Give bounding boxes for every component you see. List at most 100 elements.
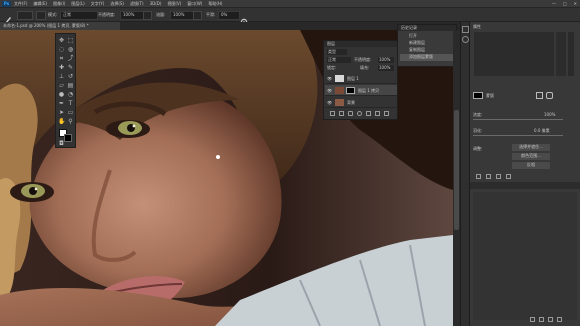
dodge-tool-icon[interactable]: ◔	[67, 91, 74, 98]
minimize-button[interactable]: —	[552, 1, 556, 6]
flow-field[interactable]: 100%	[170, 11, 194, 20]
eraser-tool-icon[interactable]: ▱	[58, 82, 65, 89]
fill-label: 填充:	[360, 65, 370, 70]
stroke-path-icon[interactable]	[539, 317, 544, 322]
menu-view[interactable]: 视图(V)	[167, 1, 181, 6]
new-layer-icon[interactable]	[375, 111, 380, 116]
invert-button[interactable]: 反相	[512, 162, 550, 169]
menu-type[interactable]: 文字(Y)	[91, 1, 105, 6]
new-group-icon[interactable]	[366, 111, 371, 116]
scrollbar-thumb[interactable]	[454, 110, 459, 230]
document-tab[interactable]: 未命名-1.psd @ 200% (图层 1 拷贝, 蒙版/8) *	[0, 22, 120, 30]
menu-help[interactable]: 帮助(H)	[208, 1, 222, 6]
type-tool-icon[interactable]: T	[67, 100, 74, 107]
brush-tool-icon[interactable]	[3, 10, 13, 24]
feather-label: 羽化:	[473, 128, 483, 133]
history-brush-tool-icon[interactable]: ↺	[67, 73, 74, 80]
hand-tool-icon[interactable]: ✋	[58, 118, 65, 125]
delete-mask-icon[interactable]	[506, 174, 511, 179]
trash-icon[interactable]	[384, 111, 389, 116]
density-value[interactable]: 100%	[544, 112, 555, 117]
select-and-mask-button[interactable]: 选择并遮住...	[512, 144, 550, 151]
crop-tool-icon[interactable]: ⌗	[58, 55, 65, 62]
history-item[interactable]: 复制图层	[400, 47, 455, 54]
brush-preset-picker[interactable]	[17, 11, 33, 20]
layer-name: 背景	[347, 100, 355, 105]
canvas-scrollbar[interactable]	[453, 30, 460, 326]
layer-row-selected[interactable]: 👁 图层 1 拷贝	[325, 85, 397, 96]
layers-panel-tab[interactable]: 图层	[324, 41, 397, 47]
fill-path-icon[interactable]	[530, 317, 535, 322]
feather-slider[interactable]	[473, 135, 563, 136]
menu-edit[interactable]: 编辑(E)	[33, 1, 47, 6]
density-slider[interactable]	[473, 119, 563, 120]
opacity-field[interactable]: 100%	[120, 11, 144, 20]
menu-select[interactable]: 选择(S)	[110, 1, 124, 6]
gear-icon[interactable]	[240, 11, 248, 26]
color-range-button[interactable]: 颜色范围...	[512, 153, 550, 160]
menu-file[interactable]: 文件(F)	[14, 1, 27, 6]
fx-icon[interactable]	[339, 111, 344, 116]
blur-tool-icon[interactable]: ●	[58, 91, 65, 98]
vector-mask-icon[interactable]	[546, 92, 553, 99]
fill-field[interactable]: 100%	[378, 65, 394, 71]
brush-tool-icon[interactable]: ✎	[67, 64, 74, 71]
clone-stamp-tool-icon[interactable]: ⊥	[58, 73, 65, 80]
layer-name: 图层 1 拷贝	[358, 88, 380, 93]
background-color-swatch[interactable]	[64, 134, 72, 142]
layer-row[interactable]: 👁 背景	[325, 97, 397, 108]
history-panel-icon[interactable]	[462, 26, 469, 33]
lasso-tool-icon[interactable]: ◌	[58, 46, 65, 53]
layer-kind-filter[interactable]: 类型	[327, 49, 347, 55]
properties-scrollbar[interactable]	[568, 32, 574, 76]
properties-panel-icon[interactable]	[462, 36, 469, 43]
smoothing-field[interactable]: 0%	[218, 11, 240, 20]
history-item-label: 复制图层	[409, 47, 425, 52]
blend-mode-select[interactable]: 正常	[60, 11, 98, 20]
visibility-eye-icon[interactable]: 👁	[327, 76, 332, 81]
pen-tool-icon[interactable]: ✒	[58, 100, 65, 107]
brush-settings-button[interactable]	[36, 11, 46, 20]
healing-brush-tool-icon[interactable]: ✚	[58, 64, 65, 71]
menu-image[interactable]: 图像(I)	[53, 1, 65, 6]
menu-filter[interactable]: 滤镜(T)	[130, 1, 144, 6]
visibility-eye-icon[interactable]: 👁	[327, 100, 332, 105]
history-panel-tab[interactable]: 历史记录	[398, 25, 456, 31]
quick-select-tool-icon[interactable]: ◍	[67, 46, 74, 53]
add-mask-icon[interactable]	[348, 111, 353, 116]
quick-mask-icon[interactable]: ◘	[58, 140, 65, 147]
layer-blend-select[interactable]: 正常	[327, 57, 351, 63]
link-layers-icon[interactable]	[330, 111, 335, 116]
zoom-tool-icon[interactable]: ⚲	[67, 118, 74, 125]
shape-tool-icon[interactable]: ▭	[67, 109, 74, 116]
feather-value[interactable]: 0.0 像素	[534, 128, 550, 133]
menu-3d[interactable]: 3D(D)	[150, 1, 162, 6]
path-select-tool-icon[interactable]: ➤	[58, 109, 65, 116]
eyedropper-tool-icon[interactable]: ⤴	[67, 55, 74, 62]
adjustment-layer-icon[interactable]	[357, 111, 362, 116]
layer-mask-thumbnail[interactable]	[346, 87, 355, 94]
marquee-tool-icon[interactable]: ⬚	[67, 37, 74, 44]
load-selection-icon[interactable]	[476, 174, 481, 179]
menu-window[interactable]: 窗口(W)	[187, 1, 202, 6]
history-item-selected[interactable]: 添加图层蒙版	[400, 54, 455, 61]
maximize-button[interactable]: □	[563, 1, 567, 6]
history-item[interactable]: 新建图层	[400, 40, 455, 47]
layer-row[interactable]: 👁 图层 1	[325, 73, 397, 84]
mask-label: 蒙版	[486, 93, 494, 98]
move-tool-icon[interactable]: ✥	[58, 37, 65, 44]
disable-mask-icon[interactable]	[496, 174, 501, 179]
trash-icon[interactable]	[557, 317, 562, 322]
gradient-tool-icon[interactable]: ▤	[67, 82, 74, 89]
pressure-opacity-button[interactable]	[143, 11, 152, 20]
pixel-mask-icon[interactable]	[536, 92, 543, 99]
airbrush-button[interactable]	[193, 11, 202, 20]
options-bar: 模式: 正常 不透明度: 100% 流量: 100% 平滑: 0%	[0, 8, 580, 26]
menu-layer[interactable]: 图层(L)	[71, 1, 84, 6]
apply-mask-icon[interactable]	[486, 174, 491, 179]
close-window-button[interactable]: ✕	[574, 1, 577, 6]
new-path-icon[interactable]	[548, 317, 553, 322]
layer-opacity-field[interactable]: 100%	[378, 57, 394, 63]
visibility-eye-icon[interactable]: 👁	[327, 88, 332, 93]
history-item[interactable]: 打开	[400, 33, 455, 40]
